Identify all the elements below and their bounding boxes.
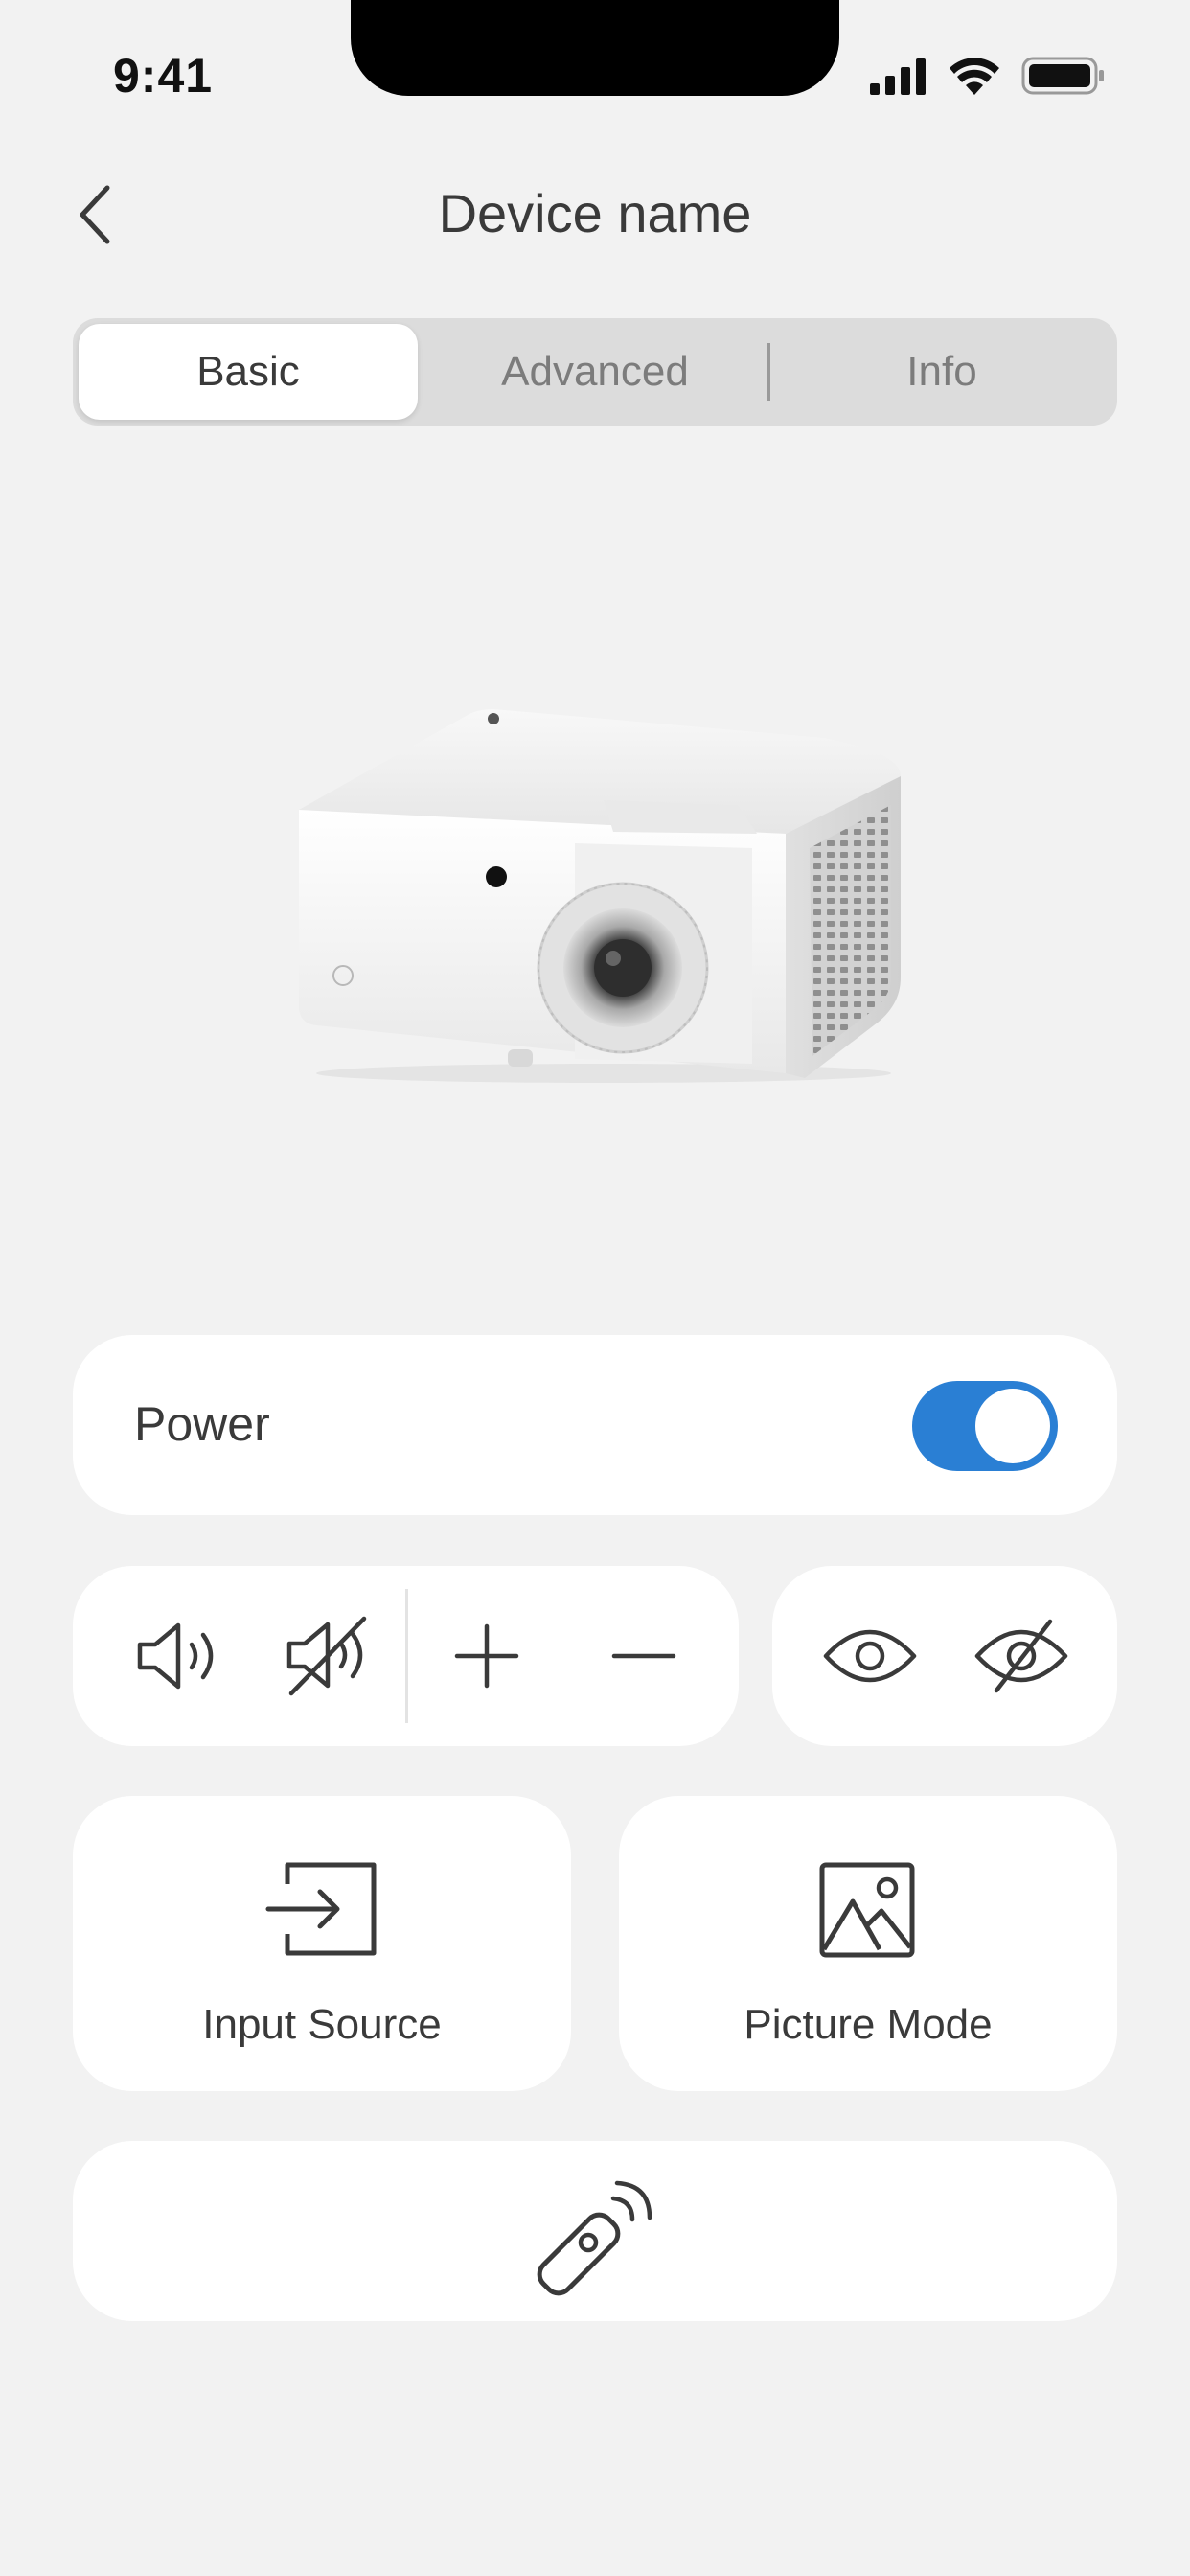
power-label: Power xyxy=(134,1397,270,1451)
tab-basic[interactable]: Basic xyxy=(79,324,418,420)
tab-divider xyxy=(767,343,770,401)
tab-info[interactable]: Info xyxy=(772,324,1111,420)
status-time: 9:41 xyxy=(113,49,214,103)
hide-image-button[interactable] xyxy=(964,1598,1079,1714)
tab-advanced[interactable]: Advanced xyxy=(425,324,765,420)
remote-control-button[interactable] xyxy=(73,2141,1117,2321)
decrease-button[interactable] xyxy=(586,1598,701,1714)
eye-off-icon xyxy=(974,1619,1068,1693)
volume-card xyxy=(73,1566,739,1746)
segmented-tabs: Basic Advanced Info xyxy=(73,318,1117,426)
picture-mode-label: Picture Mode xyxy=(744,2001,993,2048)
page-title: Device name xyxy=(438,183,752,243)
device-notch xyxy=(351,0,839,96)
input-source-label: Input Source xyxy=(202,2001,442,2048)
picture-mode-button[interactable]: Picture Mode xyxy=(619,1796,1117,2091)
power-toggle[interactable] xyxy=(912,1381,1058,1471)
show-image-button[interactable] xyxy=(812,1598,927,1714)
battery-icon xyxy=(1021,57,1104,95)
cellular-signal-icon xyxy=(870,58,926,95)
picture-icon xyxy=(819,1862,915,1958)
plus-icon xyxy=(454,1623,519,1689)
input-source-button[interactable]: Input Source xyxy=(73,1796,571,2091)
remote-control-icon xyxy=(537,2180,652,2296)
power-card: Power xyxy=(73,1335,1117,1515)
increase-button[interactable] xyxy=(429,1598,544,1714)
projector-image xyxy=(287,700,910,1083)
speaker-volume-icon xyxy=(137,1622,214,1690)
volume-on-button[interactable] xyxy=(123,1598,238,1714)
eye-icon xyxy=(823,1629,917,1683)
minus-icon xyxy=(611,1653,676,1659)
status-icons xyxy=(870,54,1106,98)
mute-button[interactable] xyxy=(272,1598,387,1714)
divider xyxy=(405,1589,408,1723)
display-visibility-card xyxy=(772,1566,1117,1746)
input-source-icon xyxy=(265,1862,377,1956)
wifi-icon xyxy=(950,58,999,95)
speaker-mute-icon xyxy=(286,1616,367,1696)
toggle-knob xyxy=(975,1389,1050,1463)
